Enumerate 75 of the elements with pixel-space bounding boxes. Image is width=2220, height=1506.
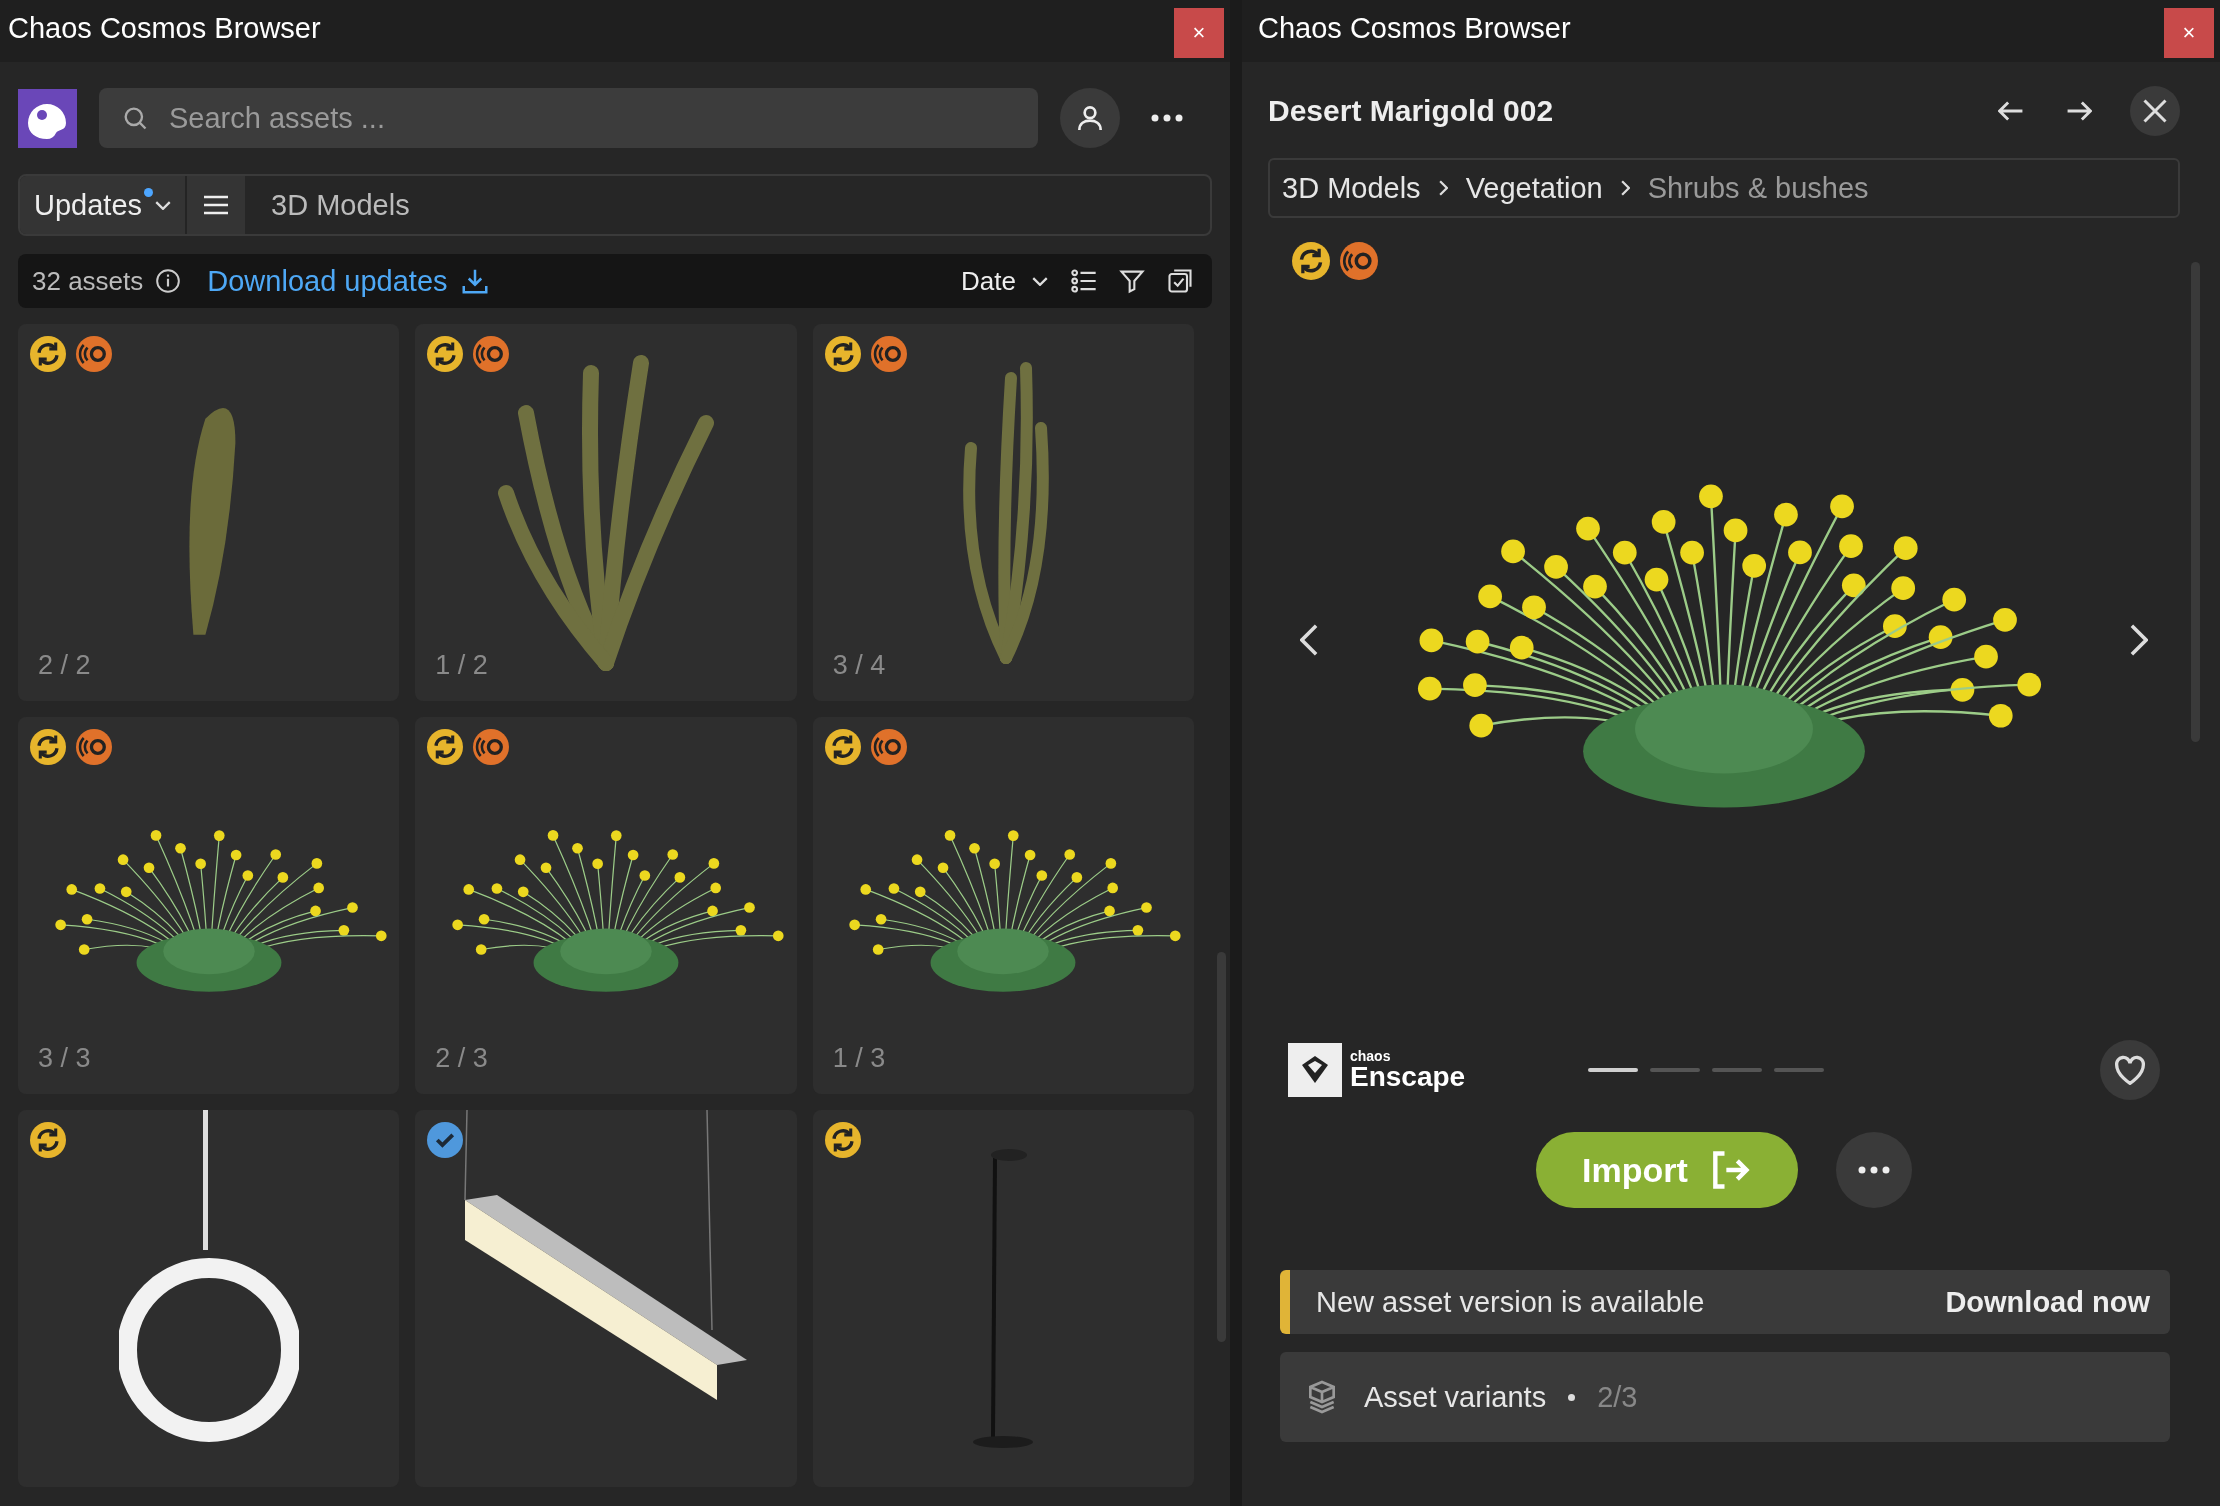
asset-card[interactable]: 3 / 3 [18,717,400,1094]
download-now-link[interactable]: Download now [1945,1285,2150,1319]
window-title: Chaos Cosmos Browser [1258,12,1571,45]
list-icon [1070,267,1098,295]
variant-counter: 2 / 2 [38,650,91,681]
search-input[interactable]: Search assets ... [167,100,1016,136]
updates-dropdown[interactable]: Updates [20,176,187,234]
asset-card[interactable]: 1 / 2 [415,324,797,701]
arrow-right-icon [2066,101,2092,121]
category-label: 3D Models [271,188,410,222]
brand-logo-icon [1288,1043,1342,1097]
menu-icon [202,194,230,216]
close-button[interactable]: × [2164,8,2214,58]
sync-badge-icon [824,1122,861,1158]
separator-dot [1568,1393,1576,1401]
sync-badge-icon [1292,242,1330,280]
sync-badge-icon [427,729,464,765]
broadcast-badge-icon [473,729,510,765]
info-icon [155,268,182,294]
search-bar[interactable]: Search assets ... [99,88,1038,148]
brand-name: Enscape [1350,1063,1466,1091]
broadcast-badge-icon [870,729,907,765]
sync-badge-icon [824,336,861,372]
asset-title: Desert Marigold 002 [1268,94,1555,128]
sync-badge-icon [427,336,464,372]
asset-card[interactable]: 2 / 3 [415,717,797,1094]
sync-badge-icon [30,336,66,372]
variant-counter: 3 / 3 [38,1043,91,1074]
variant-counter: 1 / 3 [832,1043,886,1074]
variants-count: 2/3 [1597,1380,1638,1414]
import-button[interactable]: Import [1536,1132,1798,1208]
broadcast-badge-icon [1340,242,1378,280]
broadcast-badge-icon [473,336,510,372]
menu-button[interactable] [187,176,245,234]
window-title: Chaos Cosmos Browser [8,12,321,45]
asset-card[interactable] [415,1110,797,1487]
variant-counter: 2 / 3 [435,1043,488,1074]
sync-badge-icon [30,729,66,765]
chevron-right-icon [1438,180,1448,196]
variant-counter: 1 / 2 [435,650,488,681]
variant-counter: 3 / 4 [832,650,886,681]
chevron-right-icon [1620,180,1630,196]
broadcast-badge-icon [76,336,112,372]
close-icon [2143,99,2167,123]
brand-small-text: chaos [1350,1049,1392,1063]
checkbox-stack-icon [1166,267,1194,295]
asset-count: 32 assets [32,265,144,297]
notice-text: New asset version is available [1316,1285,1705,1319]
variants-label: Asset variants [1364,1380,1547,1414]
asset-card[interactable]: 3 / 4 [812,324,1194,701]
close-button[interactable] [2130,86,2180,136]
sync-badge-icon [30,1122,66,1158]
close-button[interactable]: × [1174,8,1224,58]
breadcrumb-link[interactable]: 3D Models [1282,171,1421,205]
sync-badge-icon [824,729,861,765]
asset-card[interactable] [18,1110,400,1487]
checkmark-badge-icon [427,1122,464,1158]
chevron-down-icon [155,200,171,210]
arrow-left-icon [1998,101,2024,121]
asset-card[interactable]: 1 / 3 [812,717,1194,1094]
asset-variants-button[interactable]: Asset variants 2/3 [1280,1352,2170,1442]
heart-icon [2115,1055,2145,1085]
download-updates-link[interactable]: Download updates [207,264,448,298]
chevron-left-icon [1300,624,1318,656]
chevron-down-icon [1032,276,1048,286]
broadcast-badge-icon [870,336,907,372]
asset-card[interactable]: 2 / 2 [18,324,400,701]
more-icon [1151,114,1183,122]
broadcast-badge-icon [76,729,112,765]
app-logo-icon [18,88,77,148]
breadcrumb-link[interactable]: Shrubs & bushes [1647,171,1869,205]
sort-dropdown[interactable]: Date [955,264,1054,298]
more-icon [1858,1166,1890,1174]
breadcrumb-link[interactable]: Vegetation [1465,171,1603,205]
chevron-right-icon [2130,624,2148,656]
